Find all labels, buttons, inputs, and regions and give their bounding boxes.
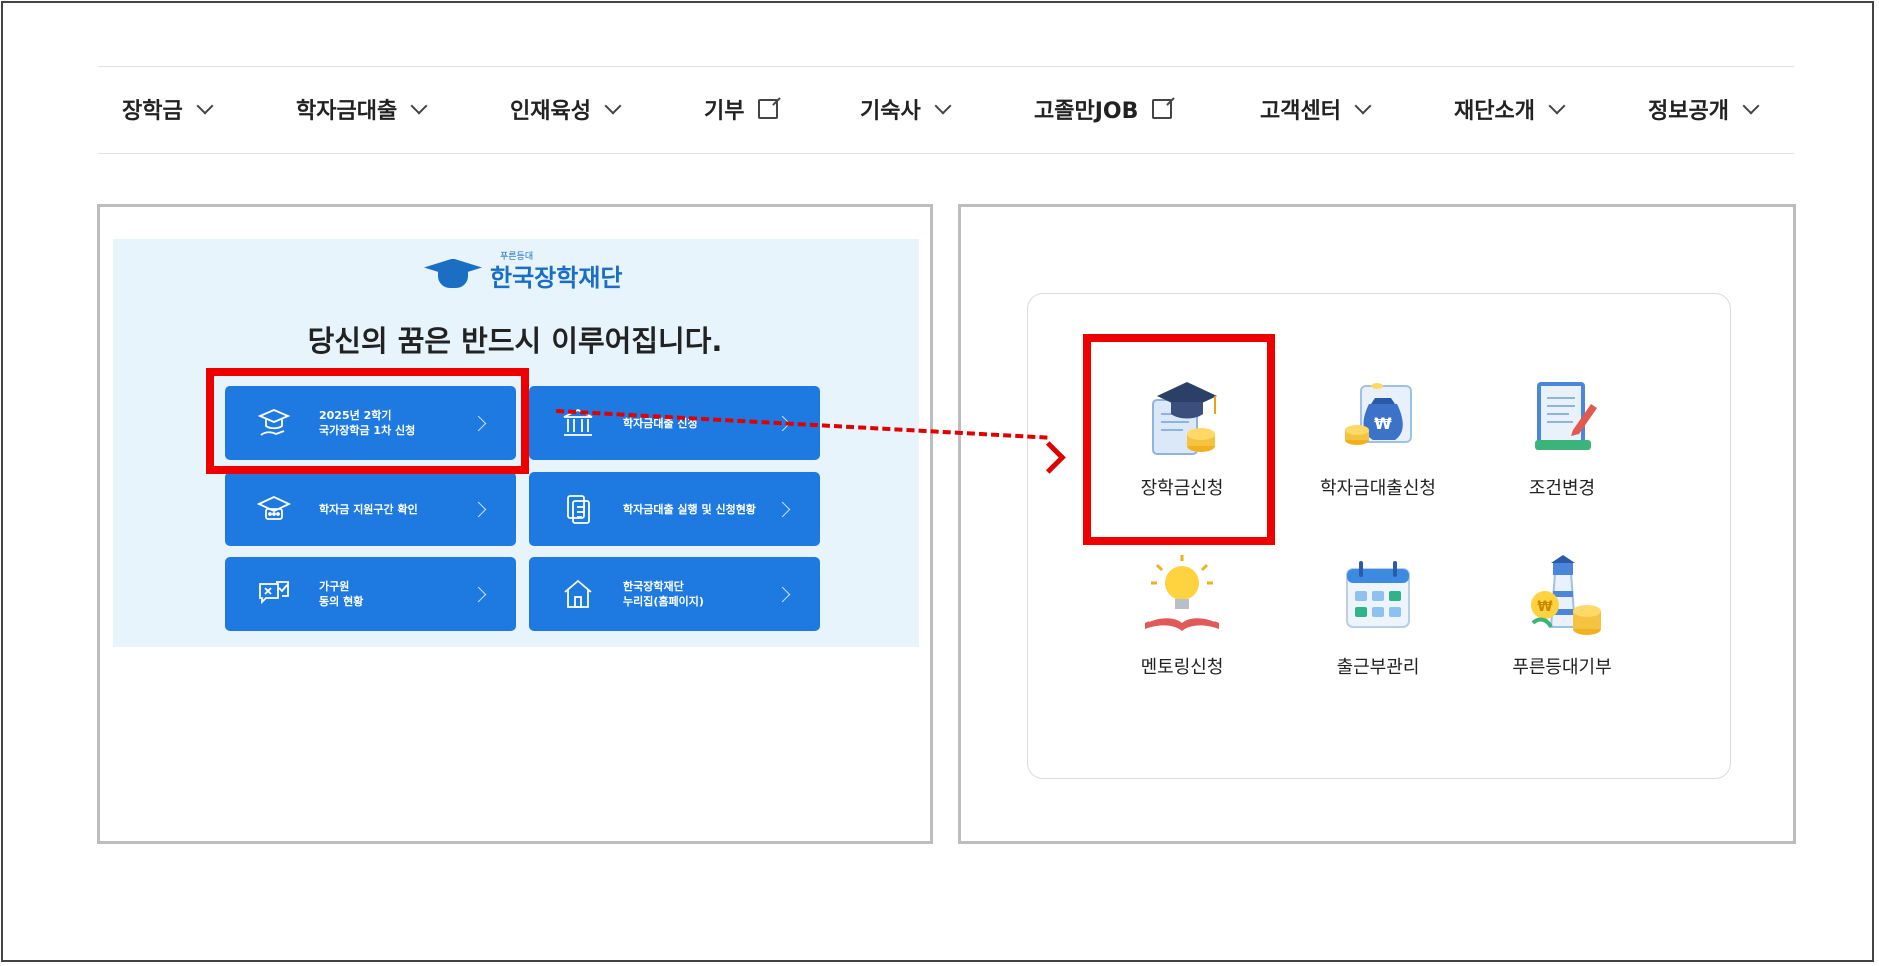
nav-label: 기숙사: [860, 99, 921, 124]
nav-item-donation[interactable]: 기부: [704, 93, 779, 125]
loan-status-button[interactable]: 학자금대출 실행 및 신청현황: [529, 472, 820, 546]
check-message-icon: [255, 575, 293, 613]
nav-label: 인재육성: [510, 99, 591, 124]
nav-item-scholarship[interactable]: 장학금: [122, 93, 214, 125]
button-label: 학자금 지원구간 확인: [319, 502, 418, 516]
button-label: 한국장학재단 누리집(홈페이지): [623, 580, 704, 608]
household-consent-button[interactable]: 가구원 동의 현황: [225, 557, 516, 631]
document-pen-icon: [1517, 374, 1607, 460]
chevron-down-icon: [1548, 97, 1566, 115]
chevron-down-icon: [604, 97, 622, 115]
chevron-down-icon: [410, 97, 428, 115]
graduation-cap-logo-icon: [424, 255, 482, 289]
highlight-box-left: [206, 368, 529, 474]
homepage-link-button[interactable]: 한국장학재단 누리집(홈페이지): [529, 557, 820, 631]
nav-label: 장학금: [122, 99, 183, 124]
service-label: 멘토링신청: [1140, 657, 1224, 678]
service-label: 조건변경: [1528, 478, 1596, 499]
logo-text: 한국장학재단: [490, 264, 623, 292]
chevron-right-icon: [774, 501, 791, 517]
service-mentoring-apply[interactable]: 멘토링신청: [1107, 553, 1257, 679]
service-student-loan-apply[interactable]: ₩ 학자금대출신청: [1303, 374, 1453, 500]
nav-label: 재단소개: [1454, 99, 1535, 124]
svg-text:₩: ₩: [1374, 414, 1392, 433]
highlight-box-right: [1083, 334, 1275, 545]
nav-item-talent[interactable]: 인재육성: [510, 93, 622, 125]
nav-item-customer-center[interactable]: 고객센터: [1260, 93, 1372, 125]
nav-item-student-loan[interactable]: 학자금대출: [296, 93, 428, 125]
svg-text:₩: ₩: [1537, 599, 1553, 615]
service-condition-change[interactable]: 조건변경: [1487, 374, 1637, 500]
home-icon: [559, 575, 597, 613]
chevron-down-icon: [1742, 97, 1760, 115]
service-label: 학자금대출신청: [1320, 478, 1436, 499]
chevron-down-icon: [934, 97, 952, 115]
service-label: 출근부관리: [1336, 657, 1420, 678]
nav-label: 고객센터: [1260, 99, 1341, 124]
chevron-down-icon: [196, 97, 214, 115]
lightbulb-book-icon: [1137, 553, 1227, 639]
lighthouse-coins-icon: ₩: [1517, 553, 1607, 639]
documents-icon: [559, 490, 597, 528]
nav-item-disclosure[interactable]: 정보공개: [1648, 93, 1760, 125]
nav-label: 학자금대출: [296, 99, 398, 124]
graduation-cap-icon: [255, 490, 293, 528]
button-label: 학자금대출 실행 및 신청현황: [623, 502, 756, 516]
main-nav: 장학금 학자금대출 인재육성 기부 기숙사 고졸만JOB 고객센터 재단소개 정…: [98, 66, 1794, 154]
logo-subtext: 푸른등대: [500, 252, 534, 262]
button-label: 가구원 동의 현황: [319, 580, 364, 608]
support-bracket-check-button[interactable]: 학자금 지원구간 확인: [225, 472, 516, 546]
nav-label: 기부: [704, 99, 745, 124]
chevron-right-icon: [470, 501, 487, 517]
chevron-right-icon: [470, 586, 487, 602]
service-attendance-management[interactable]: 출근부관리: [1303, 553, 1453, 679]
nav-item-about[interactable]: 재단소개: [1454, 93, 1566, 125]
banner-slogan: 당신의 꿈은 반드시 이루어집니다.: [307, 324, 723, 358]
nav-label: 정보공개: [1648, 99, 1729, 124]
money-bag-icon: ₩: [1333, 374, 1423, 460]
service-donation[interactable]: ₩ 푸른등대기부: [1487, 553, 1637, 679]
nav-item-dormitory[interactable]: 기숙사: [860, 93, 952, 125]
external-link-icon: [1152, 99, 1173, 119]
nav-item-gojolman-job[interactable]: 고졸만JOB: [1034, 93, 1173, 125]
external-link-icon: [758, 99, 779, 119]
chevron-right-icon: [774, 586, 791, 602]
calendar-icon: [1333, 553, 1423, 639]
service-label: 푸른등대기부: [1512, 657, 1612, 678]
nav-label: 고졸만JOB: [1034, 99, 1139, 124]
chevron-down-icon: [1354, 97, 1372, 115]
